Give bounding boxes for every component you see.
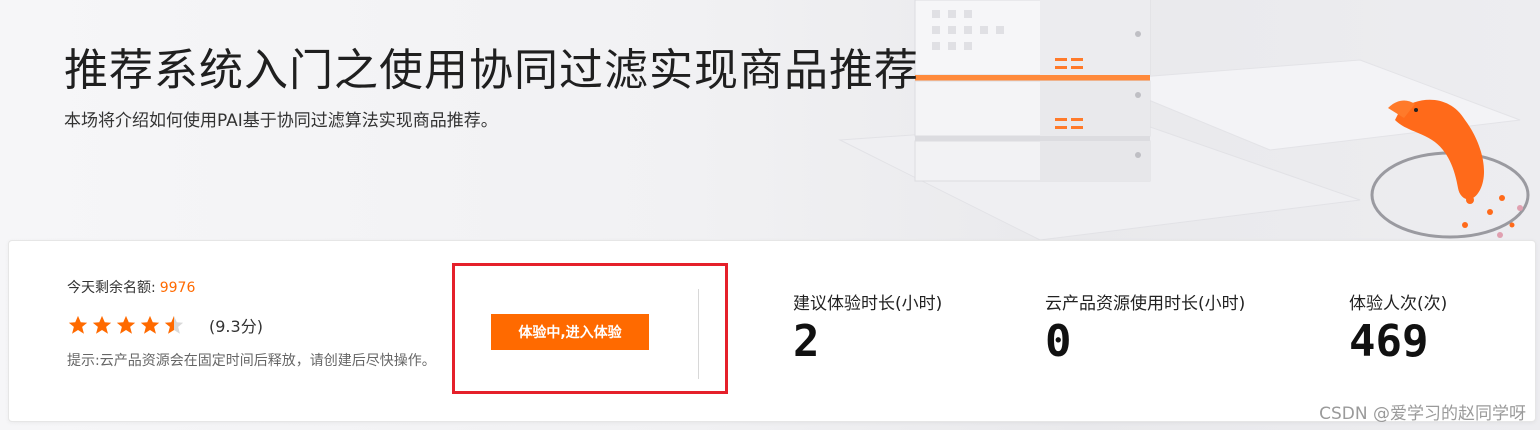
tip-label: 提示: [67, 353, 100, 369]
rating: (9.3分) [67, 313, 263, 337]
stat-value: 2 [793, 316, 820, 367]
lab-info-card: 今天剩余名额: 9976 (9.3分) 提示:云产品资源会在固定时间后释放，请创建… [8, 240, 1536, 422]
stat-participants: 体验人次(次) 469 [1349, 289, 1447, 370]
star-full-icon [68, 315, 88, 334]
stat-resource-usage: 云产品资源使用时长(小时) 0 [1045, 289, 1245, 370]
star-full-icon [140, 315, 160, 334]
stat-label: 体验人次(次) [1349, 294, 1448, 314]
quota-value: 9976 [159, 280, 196, 296]
release-tip: 提示:云产品资源会在固定时间后释放，请创建后尽快操作。 [67, 349, 457, 373]
stat-label: 建议体验时长(小时) [793, 294, 943, 314]
stat-value: 0 [1045, 316, 1072, 367]
stat-label: 云产品资源使用时长(小时) [1045, 294, 1246, 314]
page-subtitle: 本场将介绍如何使用PAI基于协同过滤算法实现商品推荐。 [64, 111, 498, 131]
remaining-quota: 今天剩余名额: 9976 [67, 277, 195, 297]
stat-suggested-duration: 建议体验时长(小时) 2 [793, 289, 942, 370]
star-half-icon [164, 315, 184, 334]
stat-value: 469 [1349, 316, 1429, 367]
quota-label: 今天剩余名额: [67, 280, 156, 296]
rating-score: (9.3分) [209, 317, 263, 336]
star-full-icon [116, 315, 136, 334]
enter-lab-button[interactable]: 体验中,进入体验 [491, 314, 649, 350]
star-full-icon [92, 315, 112, 334]
tip-text: 云产品资源会在固定时间后释放，请创建后尽快操作。 [99, 353, 436, 369]
page-title: 推荐系统入门之使用协同过滤实现商品推荐 [64, 45, 919, 96]
watermark: CSDN @爱学习的赵同学呀 [1319, 404, 1526, 424]
divider [698, 289, 699, 379]
